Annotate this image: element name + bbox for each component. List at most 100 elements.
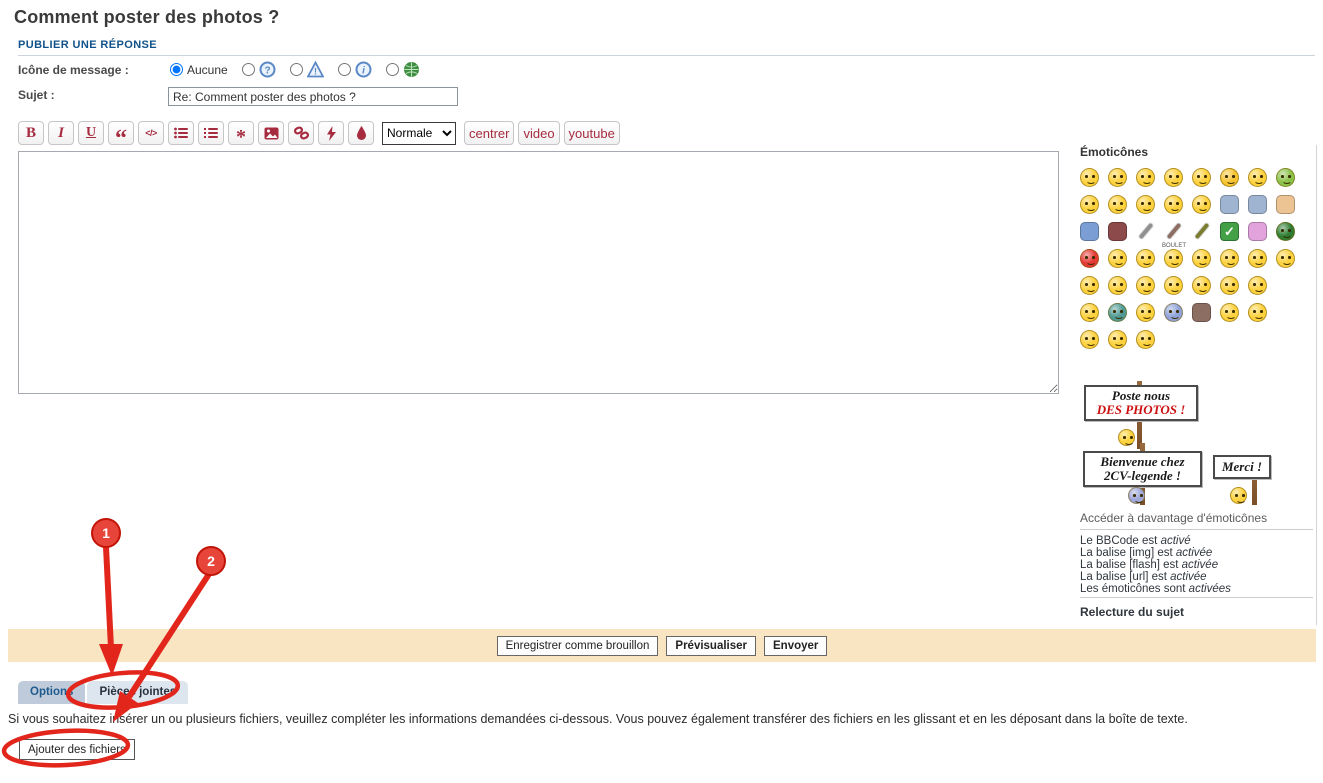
smilies-row	[1080, 163, 1312, 187]
boulet-emoticon[interactable]: BOULET	[1164, 249, 1183, 268]
thumbs-up-emoticon[interactable]	[1276, 195, 1295, 214]
subject-input[interactable]	[168, 87, 458, 106]
open-arms-emoticon[interactable]	[1136, 330, 1155, 349]
cheers-beers-emoticon[interactable]	[1080, 330, 1099, 349]
list-bullet-icon	[174, 127, 188, 139]
insert-link-button[interactable]	[288, 121, 314, 145]
icon-info-radio[interactable]	[338, 63, 351, 76]
globe-green-emoticon[interactable]	[1276, 222, 1295, 241]
icon-none-radio[interactable]	[170, 63, 183, 76]
topic-review-link[interactable]: Relecture du sujet	[1080, 605, 1184, 619]
italic-button[interactable]: I	[48, 121, 74, 145]
submit-button[interactable]: Envoyer	[764, 636, 827, 656]
hammer-emoticon[interactable]	[1164, 222, 1183, 241]
add-files-button[interactable]: Ajouter des fichiers	[19, 739, 135, 760]
dunce-hat-emoticon[interactable]	[1276, 249, 1295, 268]
bold-button[interactable]: B	[18, 121, 44, 145]
rule-text: La balise [flash] est	[1080, 559, 1182, 571]
smilies-row	[1080, 298, 1312, 322]
video-button[interactable]: video	[518, 121, 559, 145]
sign-holder-smiley-blue	[1128, 487, 1145, 504]
message-textarea[interactable]	[18, 151, 1059, 394]
bbcode-rule-line: La balise [img] est activée	[1080, 547, 1231, 559]
icon-question-radio[interactable]	[242, 63, 255, 76]
tab-options[interactable]: Options	[18, 681, 85, 704]
sad-emoticon[interactable]	[1108, 276, 1127, 295]
icon-globe-radio[interactable]	[386, 63, 399, 76]
code-button[interactable]: </>	[138, 121, 164, 145]
grin-emoticon[interactable]	[1080, 168, 1099, 187]
smirk-emoticon[interactable]	[1136, 249, 1155, 268]
secret-emoticon[interactable]	[1136, 276, 1155, 295]
mechanic-2-emoticon[interactable]	[1248, 195, 1267, 214]
car-blue-emoticon[interactable]	[1080, 222, 1099, 241]
champagne-bottle-emoticon[interactable]	[1192, 222, 1211, 241]
flash-button[interactable]	[318, 121, 344, 145]
rule-text: Les émoticônes sont	[1080, 583, 1189, 595]
save-draft-button[interactable]: Enregistrer comme brouillon	[497, 636, 659, 656]
car-pink-emoticon[interactable]	[1248, 222, 1267, 241]
wink-emoticon[interactable]	[1192, 249, 1211, 268]
whistle-emoticon[interactable]	[1164, 276, 1183, 295]
icon-warning-radio[interactable]	[290, 63, 303, 76]
youtube-button[interactable]: youtube	[564, 121, 620, 145]
more-smilies-link[interactable]: Accéder à davantage d'émoticônes	[1080, 511, 1267, 525]
icon-option-warning[interactable]: !	[290, 61, 324, 78]
gun-smiley-emoticon[interactable]	[1080, 276, 1099, 295]
icon-none-label: Aucune	[187, 63, 228, 77]
icon-option-none[interactable]: Aucune	[170, 63, 228, 77]
megaphone-emoticon[interactable]	[1248, 276, 1267, 295]
astonished-emoticon[interactable]	[1164, 195, 1183, 214]
center-button[interactable]: centrer	[464, 121, 514, 145]
font-color-button[interactable]	[348, 121, 374, 145]
rule-text: La balise [img] est	[1080, 547, 1176, 559]
underline-button[interactable]: U	[78, 121, 104, 145]
alien-green-emoticon[interactable]	[1276, 168, 1295, 187]
list-bullet-button[interactable]	[168, 121, 194, 145]
font-size-select[interactable]: Normale	[382, 122, 456, 145]
sign-smilies: Poste nous DES PHOTOS ! Bienvenue chez 2…	[1080, 381, 1317, 507]
laugh-tears-emoticon[interactable]	[1136, 168, 1155, 187]
merci-sign-emoticon[interactable]: Merci !	[1213, 455, 1271, 479]
pipe-emoticon[interactable]	[1108, 303, 1127, 322]
coffee-mug-emoticon[interactable]	[1192, 303, 1211, 322]
sly-emoticon[interactable]	[1248, 249, 1267, 268]
monkey-laugh-emoticon[interactable]	[1248, 303, 1267, 322]
rule-status: activée	[1182, 559, 1218, 571]
heart-eyes-emoticon[interactable]	[1192, 168, 1211, 187]
party-emoticon[interactable]	[1248, 168, 1267, 187]
french-flag-emoticon[interactable]	[1108, 330, 1127, 349]
computer-smiley-emoticon[interactable]	[1220, 303, 1239, 322]
smile-emoticon[interactable]	[1108, 168, 1127, 187]
sleepy-emoticon[interactable]	[1136, 195, 1155, 214]
crying-emoticon[interactable]	[1108, 195, 1127, 214]
bienvenue-sign-emoticon[interactable]: Bienvenue chez 2CV-legende !	[1083, 451, 1202, 487]
big-laugh-emoticon[interactable]	[1108, 249, 1127, 268]
mechanic-emoticon[interactable]	[1220, 195, 1239, 214]
angry-red-emoticon[interactable]	[1080, 249, 1099, 268]
list-ordered-button[interactable]	[198, 121, 224, 145]
motorbike-emoticon[interactable]	[1108, 222, 1127, 241]
shocked-emoticon[interactable]	[1220, 249, 1239, 268]
thinking-emoticon[interactable]	[1080, 195, 1099, 214]
annotation-badge-1	[92, 519, 120, 547]
sunglasses-emoticon[interactable]	[1220, 168, 1239, 187]
disappointed-emoticon[interactable]	[1220, 276, 1239, 295]
list-item-button[interactable]: *	[228, 121, 254, 145]
preview-button[interactable]: Prévisualiser	[666, 636, 756, 656]
taking-notes-emoticon[interactable]	[1192, 276, 1211, 295]
question-head-emoticon[interactable]	[1080, 303, 1099, 322]
icon-option-question[interactable]: ?	[242, 61, 276, 78]
nervous-emoticon[interactable]	[1136, 303, 1155, 322]
insert-image-button[interactable]	[258, 121, 284, 145]
quote-button[interactable]: “	[108, 121, 134, 145]
icon-option-globe[interactable]	[386, 61, 420, 78]
thumbs-up-blue-emoticon[interactable]	[1164, 303, 1183, 322]
tab-attachments[interactable]: Pièces jointes	[87, 681, 188, 704]
tongue-emoticon[interactable]	[1164, 168, 1183, 187]
check-emoticon[interactable]	[1220, 222, 1239, 241]
wrench-emoticon[interactable]	[1136, 222, 1155, 241]
vomit-emoticon[interactable]	[1192, 195, 1211, 214]
poste-photos-sign-emoticon[interactable]: Poste nous DES PHOTOS !	[1084, 385, 1198, 421]
icon-option-info[interactable]: i	[338, 61, 372, 78]
